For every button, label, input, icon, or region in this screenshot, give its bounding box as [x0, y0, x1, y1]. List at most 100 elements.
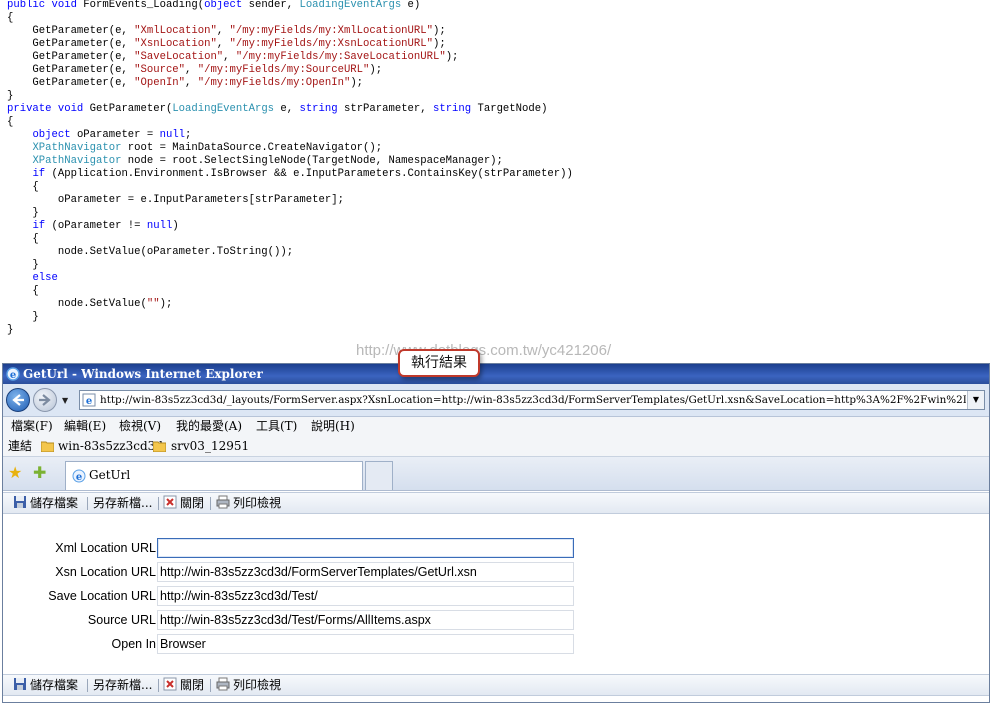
ie-logo-icon: e	[6, 367, 20, 381]
favorites-star-icon[interactable]: ★	[8, 465, 22, 481]
menu-file[interactable]: 檔案(F)	[11, 417, 53, 436]
field-label: Xml Location URL	[55, 541, 156, 555]
new-tab-button[interactable]	[365, 461, 393, 490]
forward-button[interactable]	[33, 388, 57, 412]
toolbar-divider	[87, 497, 88, 510]
code-line: GetParameter(e, "XsnLocation", "/my:myFi…	[7, 38, 446, 50]
watermark-url: http://www.dotblogs.com.tw/yc421206/	[356, 342, 612, 359]
code-line: }	[7, 311, 39, 323]
infopath-form: Xml Location URL Xsn Location URL Save L…	[3, 515, 989, 674]
close-icon	[163, 495, 177, 509]
links-label: 連結	[8, 439, 33, 453]
source-url-field[interactable]	[157, 610, 574, 630]
menu-help[interactable]: 說明(H)	[311, 417, 355, 436]
toolbar-divider	[158, 497, 159, 510]
print-preview-label: 列印檢視	[233, 678, 282, 692]
address-input[interactable]	[100, 391, 966, 409]
close-label: 關閉	[180, 678, 205, 692]
ie-window: e GetUrl - Windows Internet Explorer ▼ e…	[2, 363, 990, 703]
code-line: {	[7, 116, 14, 128]
folder-icon	[41, 441, 54, 452]
svg-text:e: e	[86, 396, 92, 407]
forward-arrow-icon	[39, 394, 51, 406]
toolbar-divider	[210, 497, 211, 510]
form-toolbar-top: 儲存檔案 另存新檔... 關閉 列印檢視	[3, 492, 989, 514]
close-label: 關閉	[180, 496, 205, 510]
xml-location-field[interactable]	[157, 538, 574, 558]
code-line: GetParameter(e, "OpenIn", "/my:myFields/…	[7, 77, 364, 89]
printer-icon	[216, 495, 230, 509]
save-icon	[14, 678, 26, 690]
field-label: Xsn Location URL	[55, 565, 156, 579]
code-line: XPathNavigator root = MainDataSource.Cre…	[32, 142, 383, 154]
link-srv03[interactable]: srv03_12951	[171, 436, 249, 456]
menu-tools[interactable]: 工具(T)	[256, 417, 297, 436]
toolbar-divider	[87, 679, 88, 692]
code-line: GetParameter(e, "Source", "/my:myFields/…	[7, 64, 383, 76]
save-label: 儲存檔案	[30, 678, 79, 692]
print-preview-button[interactable]: 列印檢視	[216, 493, 281, 513]
code-line: GetParameter(e, "SaveLocation", "/my:myF…	[7, 51, 459, 63]
code-line: node.SetValue("");	[7, 298, 173, 310]
history-dropdown-icon[interactable]: ▼	[62, 396, 68, 405]
save-button[interactable]: 儲存檔案	[13, 493, 78, 513]
form-row-open-in: Open In	[3, 633, 989, 655]
code-line: {	[7, 181, 39, 193]
xsn-location-field[interactable]	[157, 562, 574, 582]
menu-favorites[interactable]: 我的最愛(A)	[176, 417, 242, 436]
menu-bar: 檔案(F) 編輯(E) 檢視(V) 我的最愛(A) 工具(T) 說明(H)	[3, 417, 989, 436]
field-label: Open In	[111, 637, 156, 651]
save-button[interactable]: 儲存檔案	[13, 675, 78, 695]
field-label: Source URL	[87, 613, 156, 627]
open-in-field[interactable]	[157, 634, 574, 654]
links-bar: 連結 win-83s5zz3cd3d srv03_12951	[3, 436, 989, 457]
address-dropdown-icon[interactable]: ▼	[967, 391, 984, 409]
print-preview-button[interactable]: 列印檢視	[216, 675, 281, 695]
close-button[interactable]: 關閉	[163, 675, 204, 695]
code-line: }	[7, 259, 39, 271]
title-bar: e GetUrl - Windows Internet Explorer	[3, 364, 989, 384]
folder-icon	[153, 441, 166, 452]
code-line: oParameter = e.InputParameters[strParame…	[7, 194, 344, 206]
tab-label: GetUrl	[89, 468, 131, 482]
menu-view[interactable]: 檢視(V)	[119, 417, 161, 436]
add-favorite-icon[interactable]: ✚	[33, 465, 46, 481]
form-row-save-location: Save Location URL	[3, 585, 989, 607]
back-arrow-icon	[12, 394, 24, 406]
form-toolbar-bottom: 儲存檔案 另存新檔... 關閉 列印檢視	[3, 674, 989, 696]
code-line: if (Application.Environment.IsBrowser &&…	[32, 168, 573, 180]
toolbar-divider	[210, 679, 211, 692]
svg-text:e: e	[76, 472, 82, 483]
code-line: }	[7, 324, 14, 336]
tab-bar: ★ ✚ e GetUrl	[3, 457, 989, 491]
address-field[interactable]: e ▼	[79, 390, 985, 410]
save-location-field[interactable]	[157, 586, 574, 606]
code-line: node.SetValue(oParameter.ToString());	[7, 246, 294, 258]
menu-edit[interactable]: 編輯(E)	[64, 417, 106, 436]
result-callout: 執行結果	[398, 349, 480, 377]
code-line: public void FormEvents_Loading(object se…	[7, 0, 421, 11]
code-line: {	[7, 233, 39, 245]
close-button[interactable]: 關閉	[163, 493, 204, 513]
save-as-button[interactable]: 另存新檔...	[93, 675, 152, 695]
form-row-xsn-location: Xsn Location URL	[3, 561, 989, 583]
page-icon: e	[72, 469, 86, 483]
tab-geturl[interactable]: e GetUrl	[65, 461, 363, 490]
code-line: else	[32, 272, 58, 284]
code-line: {	[7, 12, 14, 24]
save-as-button[interactable]: 另存新檔...	[93, 493, 152, 513]
code-line: XPathNavigator node = root.SelectSingleN…	[32, 155, 503, 167]
link-win-83s5zz3cd3d[interactable]: win-83s5zz3cd3d	[58, 436, 163, 456]
save-icon	[14, 496, 26, 508]
code-line: if (oParameter != null)	[32, 220, 179, 232]
code-line: GetParameter(e, "XmlLocation", "/my:myFi…	[7, 25, 446, 37]
printer-icon	[216, 677, 230, 691]
code-text: public void FormEvents_Loading(object se…	[7, 0, 573, 337]
save-label: 儲存檔案	[30, 496, 79, 510]
address-bar-row: ▼ e ▼	[3, 384, 989, 417]
svg-text:e: e	[10, 370, 16, 381]
code-line: {	[7, 285, 39, 297]
form-row-source: Source URL	[3, 609, 989, 631]
back-button[interactable]	[6, 388, 30, 412]
page-icon: e	[82, 393, 96, 407]
